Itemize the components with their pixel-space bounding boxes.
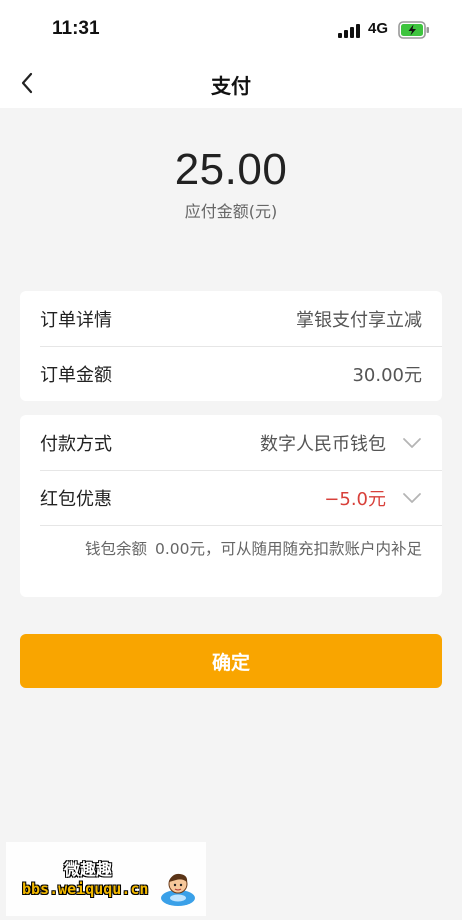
payment-method-value: 数字人民币钱包	[260, 433, 386, 455]
red-packet-label: 红包优惠	[40, 488, 112, 510]
battery-charging-icon	[398, 21, 429, 39]
order-amount-row: 订单金额 30.00元	[20, 346, 442, 401]
payment-card: 付款方式 数字人民币钱包 红包优惠 −5.0元 钱包余额 0.00元，可从随用随充…	[20, 415, 442, 597]
wallet-balance-label: 钱包余额	[84, 540, 147, 558]
mascot-icon	[161, 873, 195, 906]
chevron-down-icon	[403, 492, 421, 503]
order-amount-value: 30.00元	[352, 364, 422, 386]
payment-method-label: 付款方式	[40, 433, 112, 455]
confirm-button[interactable]: 确定	[20, 634, 442, 688]
wallet-balance-note: 钱包余额 0.00元，可从随用随充扣款账户内补足	[20, 525, 442, 561]
watermark: 微趣趣 bbs.weiququ.cn	[6, 842, 206, 916]
wallet-balance-text: 0.00元，可从随用随充扣款账户内补足	[154, 540, 422, 558]
watermark-url: bbs.weiququ.cn	[22, 880, 149, 898]
order-detail-label: 订单详情	[40, 309, 112, 331]
nav-bar: 支付	[0, 58, 462, 108]
red-packet-value: −5.0元	[324, 488, 386, 510]
watermark-title: 微趣趣	[64, 860, 113, 879]
network-type: 4G	[368, 20, 389, 37]
order-detail-value: 掌银支付享立减	[296, 309, 422, 331]
order-card: 订单详情 掌银支付享立减 订单金额 30.00元	[20, 291, 442, 401]
payment-method-row[interactable]: 付款方式 数字人民币钱包	[20, 415, 442, 470]
order-detail-row: 订单详情 掌银支付享立减	[20, 291, 442, 346]
page-title: 支付	[211, 74, 251, 98]
status-time: 11:31	[52, 18, 100, 39]
chevron-down-icon	[403, 437, 421, 448]
order-amount-label: 订单金额	[40, 364, 112, 386]
signal-icon	[338, 24, 362, 38]
payable-amount-label: 应付金额(元)	[184, 202, 278, 221]
red-packet-row[interactable]: 红包优惠 −5.0元	[20, 470, 442, 525]
payable-amount: 25.00	[174, 145, 288, 194]
status-bar: 11:31 4G	[0, 0, 462, 58]
